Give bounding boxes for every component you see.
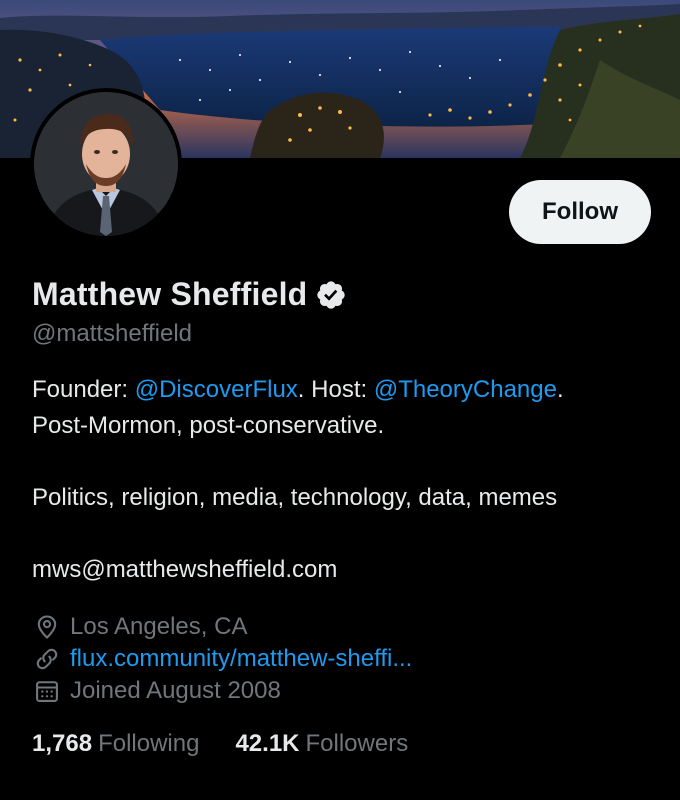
profile-location: Los Angeles, CA [32, 612, 247, 642]
profile-handle: @mattsheffield [32, 320, 192, 347]
bio-line-3: Politics, religion, media, technology, d… [32, 484, 558, 511]
follow-button[interactable]: Follow [509, 180, 651, 244]
bio-line-2: Post-Mormon, post-conservative. [32, 412, 385, 439]
profile-bio: Founder: @DiscoverFlux. Host: @TheoryCha… [32, 372, 652, 588]
location-text: Los Angeles, CA [70, 613, 248, 640]
calendar-icon [32, 676, 62, 706]
profile-stats: 1,768 Following 42.1K Followers [32, 730, 444, 758]
mention-discoverflux[interactable]: @DiscoverFlux [135, 376, 298, 403]
avatar-photo [34, 92, 178, 236]
website-link[interactable]: flux.community/matthew-sheffi... [70, 645, 412, 673]
location-pin-icon [32, 612, 62, 642]
name-row: Matthew Sheffield [32, 276, 347, 313]
profile-website[interactable]: flux.community/matthew-sheffi... [32, 644, 412, 674]
display-name: Matthew Sheffield [32, 276, 308, 312]
followers-count: 42.1K [235, 730, 300, 757]
following-label: Following [98, 730, 200, 757]
followers-label: Followers [305, 730, 409, 757]
profile-joined: Joined August 2008 [32, 676, 281, 706]
mention-theorychange[interactable]: @TheoryChange [374, 376, 557, 403]
joined-text: Joined August 2008 [70, 677, 281, 704]
verified-badge-icon[interactable] [315, 279, 347, 311]
link-icon [32, 644, 62, 674]
bio-email: mws@matthewsheffield.com [32, 556, 338, 583]
bio-line-1: Founder: @DiscoverFlux. Host: @TheoryCha… [32, 372, 652, 408]
following-stat[interactable]: 1,768 Following [32, 730, 199, 758]
bio-text: Founder: [32, 376, 135, 403]
bio-text: . Host: [297, 376, 374, 403]
profile-avatar[interactable] [30, 88, 182, 240]
bio-text: . [556, 376, 564, 403]
followers-stat[interactable]: 42.1K Followers [235, 730, 408, 758]
following-count: 1,768 [32, 730, 93, 757]
